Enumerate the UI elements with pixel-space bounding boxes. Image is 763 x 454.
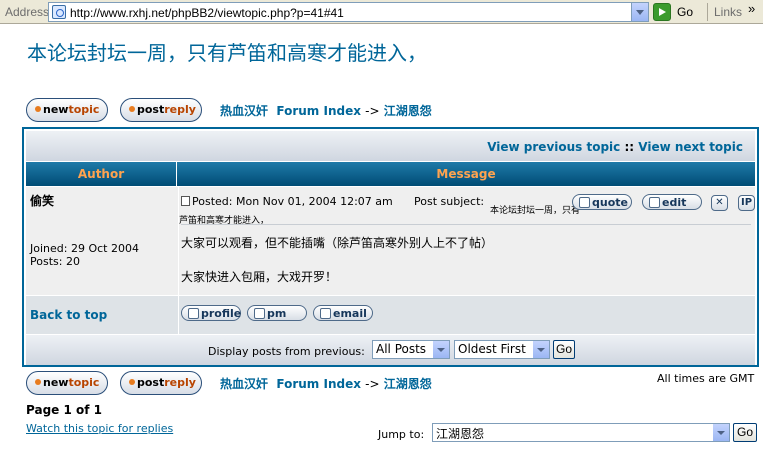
message-header: Message xyxy=(177,162,755,186)
profile-icon xyxy=(188,308,199,319)
more-chevron-icon[interactable]: » xyxy=(748,1,755,16)
envelope-icon xyxy=(320,308,331,319)
post-reply-button[interactable]: postreply xyxy=(120,98,202,122)
jump-go-button[interactable]: Go xyxy=(733,423,757,442)
breadcrumb-site[interactable]: 热血汉奸 xyxy=(220,104,268,118)
new-topic-button-bottom[interactable]: newtopic xyxy=(26,371,108,395)
message-line: 大家可以观看，但不能插嘴（除芦笛高寒外别人上不了帖） xyxy=(181,236,494,250)
chevron-down-icon xyxy=(533,341,549,358)
new-topic-button[interactable]: newtopic xyxy=(26,98,108,122)
joined-date: Joined: 29 Oct 2004 xyxy=(30,242,139,255)
edit-icon xyxy=(649,197,660,208)
url-field[interactable]: http://www.rxhj.net/phpBB2/viewtopic.php… xyxy=(48,2,649,22)
bullet-icon xyxy=(35,106,41,112)
delete-button[interactable]: ✕ xyxy=(711,195,728,211)
display-go-button[interactable]: Go xyxy=(553,340,575,359)
chevron-down-icon xyxy=(433,341,449,358)
author-details: Joined: 29 Oct 2004 Posts: 20 xyxy=(30,242,139,268)
topic-nav: View previous topic :: View next topic xyxy=(487,140,743,154)
breadcrumb-forum-index[interactable]: Forum Index xyxy=(276,104,361,118)
display-label: Display posts from previous: xyxy=(208,345,365,358)
edit-button[interactable]: edit xyxy=(642,194,702,210)
display-options-row: Display posts from previous: All Posts O… xyxy=(26,335,755,365)
message-divider xyxy=(181,224,751,225)
days-select[interactable]: All Posts xyxy=(372,340,450,359)
toolbar-divider xyxy=(707,3,708,21)
message-line: 大家快进入包厢，大戏开罗！ xyxy=(181,270,338,284)
links-button[interactable]: Links xyxy=(714,5,742,19)
quote-icon xyxy=(579,197,590,208)
profile-button[interactable]: profile xyxy=(181,305,241,321)
topic-nav-sep: :: xyxy=(624,140,635,154)
email-button[interactable]: email xyxy=(313,305,373,321)
order-select[interactable]: Oldest First xyxy=(454,340,550,359)
watch-topic-link[interactable]: Watch this topic for replies xyxy=(26,422,173,435)
page-info: Page 1 of 1 xyxy=(26,403,102,417)
quote-button[interactable]: quote xyxy=(572,194,632,210)
breadcrumb-forum[interactable]: 江湖恩怨 xyxy=(384,377,432,391)
timezone-note: All times are GMT xyxy=(657,372,755,385)
post-icon xyxy=(181,196,190,206)
breadcrumb-site[interactable]: 热血汉奸 xyxy=(220,377,268,391)
previous-topic-link[interactable]: View previous topic xyxy=(487,140,620,154)
jump-to-value: 江湖恩怨 xyxy=(436,427,485,441)
page-title[interactable]: 本论坛封坛一周，只有芦笛和高寒才能进入， xyxy=(27,37,427,66)
breadcrumb-forum[interactable]: 江湖恩怨 xyxy=(384,104,432,118)
chevron-down-icon xyxy=(713,424,729,441)
topic-table: View previous topic :: View next topic A… xyxy=(22,127,759,367)
page-icon xyxy=(52,5,66,19)
post-count: Posts: 20 xyxy=(30,255,80,268)
go-arrow-icon xyxy=(653,3,671,21)
order-select-value: Oldest First xyxy=(458,342,526,356)
url-text[interactable]: http://www.rxhj.net/phpBB2/viewtopic.php… xyxy=(70,6,344,20)
bullet-icon xyxy=(129,379,135,385)
jump-to-label: Jump to: xyxy=(378,428,425,441)
breadcrumb-bottom: 热血汉奸 Forum Index -> 江湖恩怨 xyxy=(220,375,432,392)
post-subject: 本论坛封坛一周，只有芦笛和高寒才能进入， xyxy=(179,206,581,226)
post-row: 偷笑 Joined: 29 Oct 2004 Posts: 20 Posted:… xyxy=(26,187,755,295)
address-label: Address xyxy=(5,5,50,19)
post-reply-button-bottom[interactable]: postreply xyxy=(120,371,202,395)
address-go-label: Go xyxy=(677,5,694,19)
column-divider xyxy=(178,187,179,295)
pm-button[interactable]: pm xyxy=(247,305,307,321)
post-author: 偷笑 xyxy=(30,194,55,208)
column-divider xyxy=(178,296,179,334)
breadcrumb-arrow: -> xyxy=(365,104,380,118)
breadcrumb-forum-index[interactable]: Forum Index xyxy=(276,377,361,391)
back-to-top-link[interactable]: Back to top xyxy=(30,308,107,322)
author-header: Author xyxy=(26,162,176,186)
post-footer-row: Back to top profile pm email xyxy=(26,296,755,334)
users-icon xyxy=(254,308,265,319)
chevron-down-icon[interactable] xyxy=(631,3,648,21)
address-go-button[interactable]: Go xyxy=(653,3,705,21)
breadcrumb: 热血汉奸 Forum Index -> 江湖恩怨 xyxy=(220,102,432,119)
bullet-icon xyxy=(35,379,41,385)
ip-icon: IP xyxy=(740,197,753,208)
address-bar: Address http://www.rxhj.net/phpBB2/viewt… xyxy=(0,0,763,24)
jump-to-select[interactable]: 江湖恩怨 xyxy=(432,423,730,442)
close-icon: ✕ xyxy=(715,197,724,208)
ip-button[interactable]: IP xyxy=(738,195,755,211)
breadcrumb-arrow: -> xyxy=(365,377,380,391)
next-topic-link[interactable]: View next topic xyxy=(638,140,743,154)
days-select-value: All Posts xyxy=(376,342,427,356)
topic-nav-row: View previous topic :: View next topic xyxy=(26,131,755,161)
bullet-icon xyxy=(129,106,135,112)
